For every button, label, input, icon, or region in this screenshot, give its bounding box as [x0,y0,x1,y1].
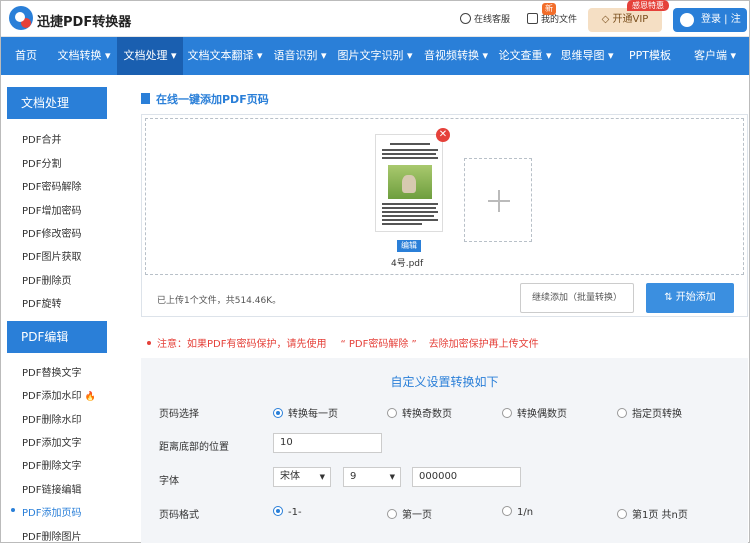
login-button[interactable]: 登录 | 注册 [673,8,747,49]
top-header: 迅捷PDF转换器 在线客服 我的文件 ◇ 开通VIP 感恩特惠 登录 | 注册 [1,0,749,49]
add-file-plus-icon[interactable] [464,158,532,242]
bottom-distance-label: 距离底部的位置 [159,442,229,453]
notice: 注意：如果PDF有密码保护，请先使用 “ PDF密码解除 ” 去除加密保护再上传文件 [147,335,539,350]
sidebar-item-pdf-remove-watermark[interactable]: PDF删除水印 [22,411,81,426]
radio-even-pages-label: 转换偶数页 [517,409,567,420]
radio-specific-pages-label: 指定页转换 [632,409,682,420]
nav-ocr[interactable]: 图片文字识别 ▾ [333,37,417,75]
radio-format-dash[interactable]: -1- [273,506,302,518]
sidebar-item-pdf-rotate[interactable]: PDF旋转 [22,295,61,310]
drop-zone[interactable]: ✕ 编辑 4号.pdf [145,118,744,275]
font-label: 字体 [159,476,179,487]
radio-every-page[interactable]: 转换每一页 [273,405,338,420]
page-title: 在线一键添加PDF页码 [141,91,269,107]
radio-odd-pages-label: 转换奇数页 [402,409,452,420]
font-size-value: 9 [350,471,357,482]
radio-format-chinese-label: 第一页 [402,510,432,521]
radio-every-page-label: 转换每一页 [288,409,338,420]
page-select-label: 页码选择 [159,409,199,420]
add-watermark-label: PDF添加水印 [22,391,82,402]
bottom-distance-input[interactable]: 10 [273,433,382,453]
continue-add-button[interactable]: 继续添加（批量转换） [520,283,634,313]
font-select[interactable]: 宋体 ▼ [273,467,331,487]
sidebar-item-pdf-extract-images[interactable]: PDF图片获取 [22,248,81,263]
font-size-select[interactable]: 9 ▼ [343,467,401,487]
notice-text-b: 去除加密保护再上传文件 [428,339,539,350]
notice-text-a: 注意：如果PDF有密码保护，请先使用 [157,339,327,350]
start-add-button[interactable]: ⇅ 开始添加 [646,283,734,313]
edit-button[interactable]: 编辑 [397,240,421,252]
sidebar: 文档处理 PDF合并 PDF分割 PDF密码解除 PDF增加密码 PDF修改密码… [7,87,111,543]
page-title-text: 在线一键添加PDF页码 [156,93,269,106]
radio-odd-pages[interactable]: 转换奇数页 [387,405,452,420]
sidebar-item-pdf-add-page-number[interactable]: PDF添加页码 [22,504,81,519]
sidebar-group-doc-process[interactable]: 文档处理 [7,87,107,119]
user-avatar-icon [680,13,694,27]
sidebar-item-pdf-replace-text[interactable]: PDF替换文字 [22,364,81,379]
sidebar-item-pdf-change-password[interactable]: PDF修改密码 [22,225,81,240]
sidebar-item-pdf-add-password[interactable]: PDF增加密码 [22,202,81,217]
settings-title: 自定义设置转换如下 [390,375,499,389]
nav-speech[interactable]: 语音识别 ▾ [267,37,333,75]
settings-panel: 自定义设置转换如下 页码选择 转换每一页 转换奇数页 转换偶数页 指定页转换 距… [141,358,748,543]
brand-logo-icon[interactable] [9,6,33,30]
customer-service-label: 在线客服 [474,15,511,25]
pdf-unlock-link[interactable]: “ PDF密码解除 ” [340,339,416,350]
radio-format-total[interactable]: 第1页 共n页 [617,506,688,521]
sidebar-group-pdf-edit[interactable]: PDF编辑 [7,321,107,353]
sidebar-item-pdf-delete-image[interactable]: PDF删除图片 [22,528,81,543]
new-badge: 新 [542,3,556,15]
vip-promo-badge: 感恩特惠 [627,0,669,11]
radio-format-fraction[interactable]: 1/n [502,506,533,518]
thumbnail-image [388,165,432,199]
nav-doc-convert[interactable]: 文档转换 ▾ [51,37,117,75]
sidebar-item-pdf-split[interactable]: PDF分割 [22,155,61,170]
document-icon [141,93,150,104]
file-icon [527,13,538,24]
upload-panel: ✕ 编辑 4号.pdf 已上传1个文件，共514.46K。 继续添加（批量转换）… [141,114,748,317]
font-select-value: 宋体 [280,471,300,482]
radio-format-dash-label: -1- [288,507,302,518]
main-nav: 首页 文档转换 ▾ 文档处理 ▾ 文档文本翻译 ▾ 语音识别 ▾ 图片文字识别 … [1,37,749,75]
sidebar-item-pdf-delete-text[interactable]: PDF删除文字 [22,457,81,472]
file-name: 4号.pdf [391,259,424,269]
sidebar-item-pdf-unlock[interactable]: PDF密码解除 [22,178,81,193]
radio-even-pages[interactable]: 转换偶数页 [502,405,567,420]
sidebar-item-pdf-delete-page[interactable]: PDF删除页 [22,272,71,287]
nav-doc-process[interactable]: 文档处理 ▾ [117,37,183,75]
vip-button[interactable]: ◇ 开通VIP [588,8,662,32]
sidebar-item-pdf-link-edit[interactable]: PDF链接编辑 [22,481,81,496]
sidebar-item-pdf-add-watermark[interactable]: PDF添加水印 🔥 [22,387,96,402]
radio-format-chinese[interactable]: 第一页 [387,506,432,521]
vip-label: 开通VIP [612,14,649,25]
nav-paper-check[interactable]: 论文查重 ▾ [495,37,555,75]
radio-format-fraction-label: 1/n [517,507,534,518]
radio-specific-pages[interactable]: 指定页转换 [617,405,682,420]
chevron-down-icon: ▼ [389,473,395,481]
my-files-label: 我的文件 [541,15,578,25]
nav-ppt[interactable]: PPT模板 [619,37,681,75]
notice-dot [147,341,151,345]
pdf-thumbnail[interactable] [375,134,443,232]
diamond-icon: ◇ [601,14,613,25]
nav-av-convert[interactable]: 音视频转换 ▾ [417,37,495,75]
page-format-label: 页码格式 [159,510,199,521]
nav-home[interactable]: 首页 [1,37,51,75]
headset-icon [460,13,471,24]
flame-icon: 🔥 [84,392,96,402]
font-color-input[interactable]: 000000 [412,467,521,487]
remove-file-icon[interactable]: ✕ [436,128,450,142]
upload-info: 已上传1个文件，共514.46K。 [157,296,282,306]
nav-client[interactable]: 客户端 ▾ [681,37,749,75]
radio-format-total-label: 第1页 共n页 [632,510,688,521]
nav-doc-translate[interactable]: 文档文本翻译 ▾ [183,37,267,75]
nav-mindmap[interactable]: 思维导图 ▾ [555,37,619,75]
active-item-dot [11,508,15,512]
customer-service-link[interactable]: 在线客服 [460,12,510,25]
brand-name[interactable]: 迅捷PDF转换器 [37,11,131,30]
sidebar-item-pdf-merge[interactable]: PDF合并 [22,131,61,146]
chevron-down-icon: ▼ [319,473,325,481]
sidebar-item-pdf-add-text[interactable]: PDF添加文字 [22,434,81,449]
